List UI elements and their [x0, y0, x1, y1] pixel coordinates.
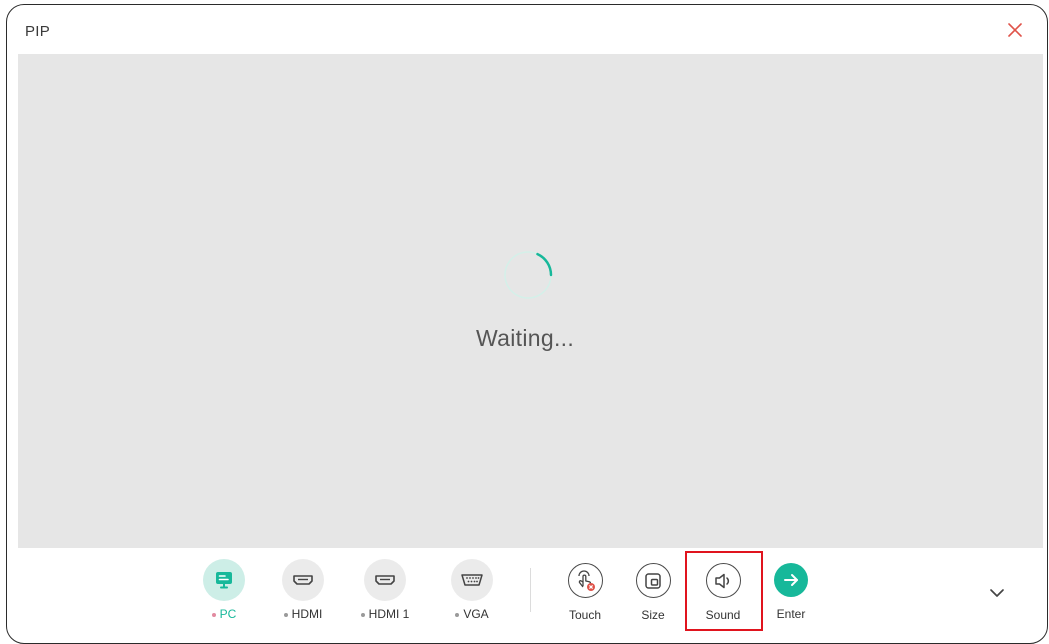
source-hdmi-label: HDMI: [283, 607, 322, 621]
touch-button[interactable]: Touch: [550, 559, 620, 622]
source-hdmi-status-dot: [283, 612, 288, 617]
size-circle: [635, 563, 671, 598]
chevron-down-icon[interactable]: [986, 582, 1008, 604]
window-title: PIP: [25, 23, 51, 40]
source-hdmi1-label: HDMI 1: [360, 607, 409, 621]
source-pc-button[interactable]: PC: [189, 559, 259, 621]
source-vga-status-dot: [455, 612, 460, 617]
touch-circle: [567, 563, 603, 598]
hdmi-port-icon: [293, 575, 313, 585]
source-hdmi1-button[interactable]: HDMI 1: [350, 559, 420, 621]
enter-button[interactable]: Enter: [756, 559, 826, 621]
vga-port-icon: [461, 574, 483, 586]
size-button[interactable]: Size: [618, 559, 688, 622]
source-pc-status-dot: [211, 612, 216, 617]
hdmi-port-icon: [375, 575, 395, 585]
resize-window-icon: [645, 572, 661, 589]
source-hdmi-circle: [282, 559, 324, 601]
source-vga-label: VGA: [455, 607, 489, 621]
close-button[interactable]: [1005, 20, 1025, 40]
source-hdmi-button[interactable]: HDMI: [268, 559, 338, 621]
loading-spinner-icon: [504, 251, 553, 299]
touch-label: Touch: [568, 608, 602, 622]
enter-label: Enter: [776, 607, 806, 621]
arrow-right-icon: [784, 574, 798, 586]
toolbar-divider: [530, 568, 531, 612]
waiting-status-text: Waiting...: [476, 325, 575, 351]
close-icon: [1008, 23, 1022, 37]
size-label: Size: [641, 608, 665, 622]
enter-circle: [774, 563, 808, 597]
source-hdmi1-circle: [364, 559, 406, 601]
source-vga-circle: [451, 559, 493, 601]
source-pc-label: PC: [211, 607, 236, 621]
source-vga-button[interactable]: VGA: [437, 559, 507, 621]
monitor-icon: [216, 572, 232, 589]
source-pc-circle: [203, 559, 245, 601]
source-hdmi1-status-dot: [360, 612, 365, 617]
sound-highlight-box: [685, 551, 763, 631]
pip-preview-area: [18, 54, 1043, 548]
touch-disabled-icon: [578, 569, 595, 591]
